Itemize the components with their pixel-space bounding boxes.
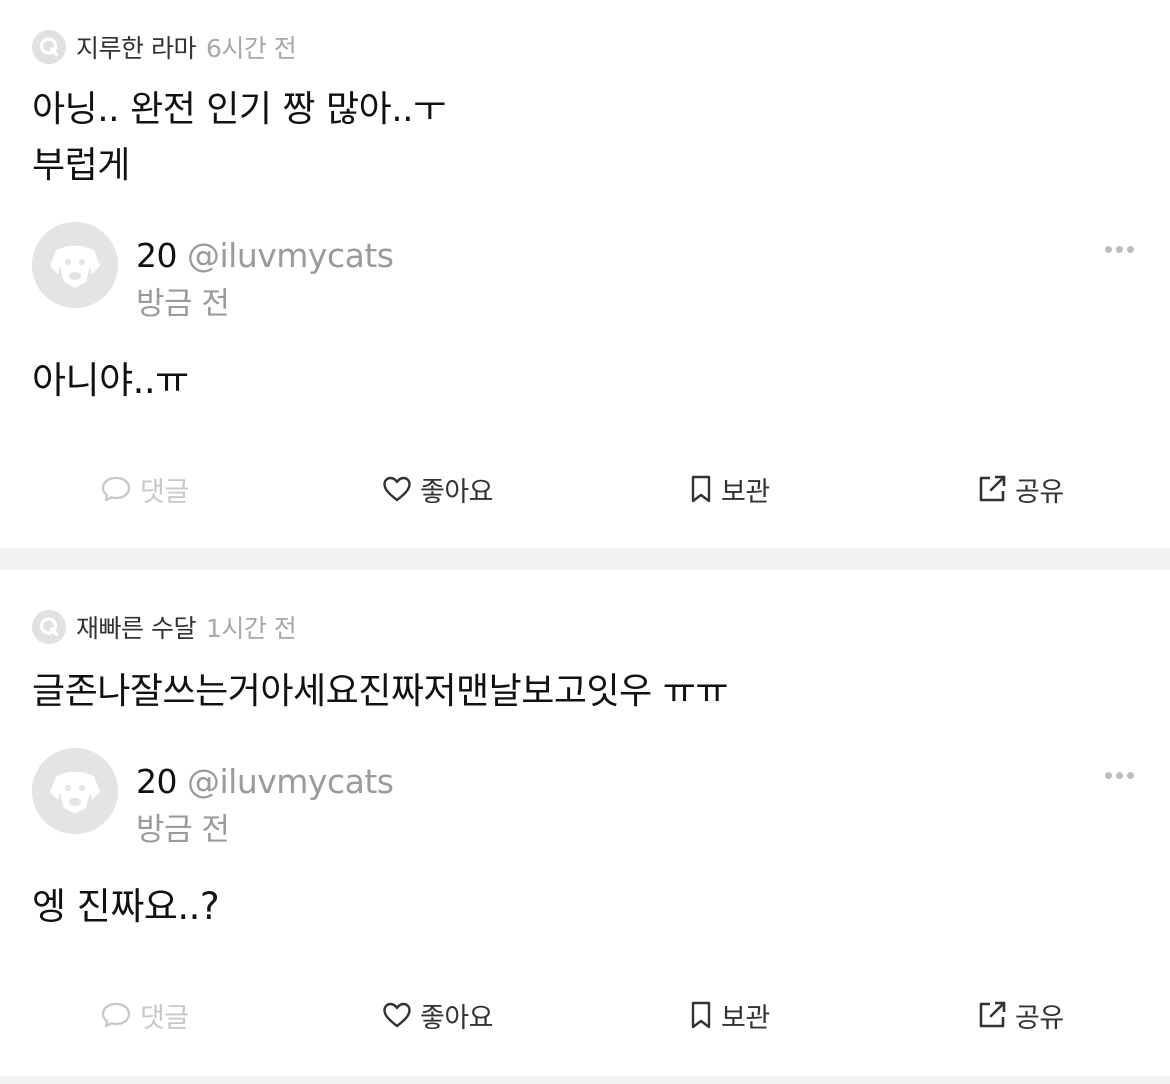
share-button[interactable]: 공유 (977, 464, 1064, 514)
answer-time: 방금 전 (136, 286, 230, 322)
question-header: 재빠른 수달 1시간 전 (32, 607, 297, 647)
bookmark-icon (691, 1001, 711, 1029)
user-age: 20 (136, 236, 178, 275)
question-author[interactable]: 재빠른 수달 (76, 609, 196, 645)
answer-header: 20 @iluvmycats 방금 전 (32, 222, 1138, 322)
user-line[interactable]: 20 @iluvmycats (136, 236, 394, 276)
save-button[interactable]: 보관 (689, 464, 770, 514)
heart-icon (383, 1002, 411, 1028)
bookmark-icon (691, 475, 711, 503)
share-icon (979, 475, 1006, 502)
answer-time: 방금 전 (136, 812, 230, 848)
speech-bubble-icon (101, 476, 131, 502)
q-badge-icon (32, 610, 66, 644)
question-header: 지루한 라마 6시간 전 (32, 27, 297, 67)
heart-icon (383, 476, 411, 502)
comment-label: 댓글 (140, 1002, 189, 1034)
share-icon (979, 1001, 1006, 1028)
comment-button[interactable]: 댓글 (100, 464, 189, 514)
save-label: 보관 (721, 1002, 770, 1034)
user-line[interactable]: 20 @iluvmycats (136, 762, 394, 802)
question-author[interactable]: 지루한 라마 (76, 29, 196, 65)
more-dots-icon[interactable] (1101, 242, 1138, 257)
save-button[interactable]: 보관 (689, 990, 770, 1040)
question-time: 6시간 전 (205, 34, 297, 63)
share-label: 공유 (1015, 476, 1064, 508)
question-text[interactable]: 아닝.. 완전 인기 짱 많아..ㅜ 부럽게 (32, 82, 446, 194)
qa-card: 지루한 라마 6시간 전 아닝.. 완전 인기 짱 많아..ㅜ 부럽게 20 @i… (0, 0, 1170, 548)
answer-header: 20 @iluvmycats 방금 전 (32, 748, 1138, 848)
user-handle[interactable]: @iluvmycats (187, 762, 394, 801)
more-dots-icon[interactable] (1101, 768, 1138, 783)
user-handle[interactable]: @iluvmycats (187, 236, 394, 275)
user-age: 20 (136, 762, 178, 801)
answer-text: 엥 진짜요..? (32, 885, 220, 928)
q-badge-icon (32, 30, 66, 64)
like-label: 좋아요 (420, 1002, 494, 1034)
dog-avatar-icon[interactable] (32, 222, 118, 308)
section-divider (0, 1076, 1170, 1084)
action-bar: 댓글 좋아요 보관 공유 (0, 990, 1170, 1040)
answer-text: 아니야..ㅠ (32, 359, 189, 402)
save-label: 보관 (721, 476, 770, 508)
like-label: 좋아요 (420, 476, 494, 508)
question-time: 1시간 전 (205, 614, 297, 643)
comment-label: 댓글 (140, 476, 189, 508)
comment-button[interactable]: 댓글 (100, 990, 189, 1040)
like-button[interactable]: 좋아요 (382, 990, 494, 1040)
share-label: 공유 (1015, 1002, 1064, 1034)
like-button[interactable]: 좋아요 (382, 464, 494, 514)
share-button[interactable]: 공유 (977, 990, 1064, 1040)
qa-card: 재빠른 수달 1시간 전 글존나잘쓰는거아세요진짜저맨날보고잇우 ㅠㅠ 20 @i… (0, 570, 1170, 1076)
dog-avatar-icon[interactable] (32, 748, 118, 834)
action-bar: 댓글 좋아요 보관 공유 (0, 464, 1170, 514)
question-text[interactable]: 글존나잘쓰는거아세요진짜저맨날보고잇우 ㅠㅠ (32, 664, 728, 720)
speech-bubble-icon (101, 1002, 131, 1028)
section-divider (0, 548, 1170, 570)
